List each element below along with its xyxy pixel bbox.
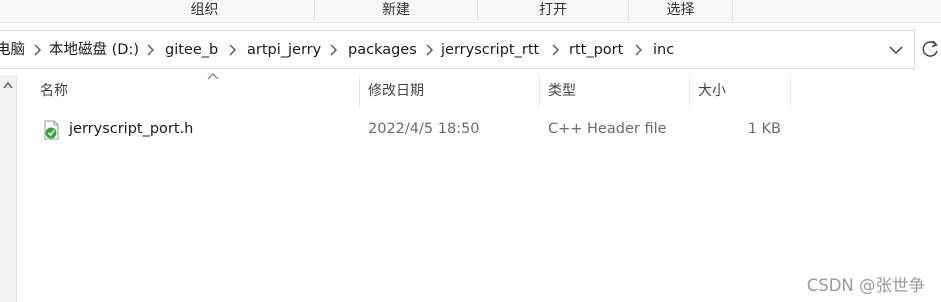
- column-header-row: 名称 修改日期 类型 大小: [16, 73, 941, 107]
- chevron-right-icon[interactable]: [30, 42, 44, 58]
- ribbon-group-open[interactable]: 打开: [478, 0, 629, 21]
- breadcrumb-item-inc[interactable]: inc: [653, 40, 674, 60]
- ribbon-group-new[interactable]: 新建: [315, 0, 478, 21]
- chevron-right-icon[interactable]: [422, 42, 436, 58]
- navigation-pane-edge[interactable]: [0, 75, 17, 302]
- chevron-right-icon[interactable]: [143, 42, 157, 58]
- column-header-modified[interactable]: 修改日期: [360, 75, 540, 107]
- refresh-icon[interactable]: [921, 39, 941, 59]
- watermark: CSDN @张世争: [806, 276, 925, 295]
- c-header-file-icon: [44, 120, 59, 140]
- column-header-size[interactable]: 大小: [690, 75, 791, 107]
- chevron-right-icon[interactable]: [326, 42, 340, 58]
- breadcrumb-item-drive-d[interactable]: 本地磁盘 (D:): [49, 40, 139, 60]
- chevron-right-icon[interactable]: [225, 42, 239, 58]
- file-modified-date: 2022/4/5 18:50: [368, 121, 480, 137]
- table-row[interactable]: jerryscript_port.h 2022/4/5 18:50 C++ He…: [16, 114, 941, 144]
- file-name[interactable]: jerryscript_port.h: [69, 114, 193, 144]
- ribbon-group-select[interactable]: 选择: [629, 0, 733, 21]
- chevron-down-icon[interactable]: [887, 43, 905, 57]
- chevron-right-icon[interactable]: [631, 42, 645, 58]
- breadcrumb[interactable]: 电脑 本地磁盘 (D:) gitee_b artpi_jerry package…: [0, 30, 915, 69]
- chevron-right-icon[interactable]: [548, 42, 562, 58]
- breadcrumb-item-this-pc[interactable]: 电脑: [0, 40, 25, 60]
- address-bar: 电脑 本地磁盘 (D:) gitee_b artpi_jerry package…: [0, 30, 941, 69]
- column-header-type[interactable]: 类型: [540, 75, 690, 107]
- breadcrumb-item-rtt-port[interactable]: rtt_port: [569, 40, 623, 60]
- breadcrumb-item-artpi-jerry[interactable]: artpi_jerry: [247, 40, 321, 60]
- file-type: C++ Header file: [548, 121, 667, 137]
- ribbon: 组织 新建 打开 选择: [0, 0, 941, 23]
- scroll-up-icon[interactable]: [2, 80, 14, 90]
- ribbon-group-organize[interactable]: 组织: [95, 0, 315, 21]
- breadcrumb-item-gitee-b[interactable]: gitee_b: [165, 40, 218, 60]
- file-size: 1 KB: [747, 121, 781, 137]
- breadcrumb-item-jerryscript-rtt[interactable]: jerryscript_rtt: [441, 40, 539, 60]
- column-header-name[interactable]: 名称: [32, 75, 360, 107]
- breadcrumb-item-packages[interactable]: packages: [348, 40, 417, 60]
